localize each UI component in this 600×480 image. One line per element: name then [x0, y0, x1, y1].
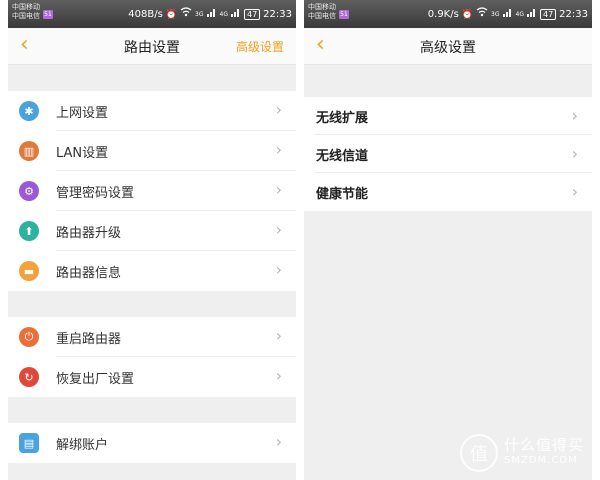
list-item-lan-settings[interactable]: ▥ LAN设置 ›	[8, 131, 296, 171]
watermark-en: SMZDM.COM	[503, 455, 578, 466]
chevron-right-icon: ›	[275, 366, 282, 385]
settings-group-network: ✱ 上网设置 › ▥ LAN设置 › ⚙ 管理密码设置 › ⬆ 路由器升级 › …	[8, 91, 296, 291]
lan-icon: ▥	[19, 141, 39, 161]
list-item-label: 健康节能	[316, 186, 369, 202]
watermark-text: 什么值得买 SMZDM.COM	[504, 438, 584, 468]
carrier-1: 中国移动	[12, 3, 40, 11]
status-indicators: 408B/s ⏰ 3G 4G 47 22:33	[128, 7, 292, 22]
alarm-icon: ⏰	[461, 9, 474, 20]
chevron-right-icon: ›	[571, 106, 578, 125]
gear-icon: ✱	[19, 101, 39, 121]
wifi-icon	[476, 7, 488, 22]
chevron-right-icon: ›	[275, 326, 282, 345]
restart-icon: ⏻	[19, 327, 39, 347]
net-type-1: 3G	[195, 10, 204, 18]
net-type-2: 4G	[219, 10, 228, 18]
list-item-restart-router[interactable]: ⏻ 重启路由器 ›	[8, 317, 296, 357]
watermark-logo-icon: 值	[459, 434, 498, 472]
carrier-1: 中国移动	[308, 3, 336, 11]
upgrade-icon: ⬆	[19, 221, 39, 241]
watermark-cn: 什么值得买	[503, 436, 584, 454]
list-item-factory-reset[interactable]: ↻ 恢复出厂设置 ›	[8, 357, 296, 397]
nav-bar: ‹ 路由设置 高级设置	[8, 28, 296, 65]
chevron-right-icon: ›	[275, 220, 282, 239]
chevron-right-icon: ›	[571, 182, 578, 201]
signal-icon-2	[526, 7, 537, 22]
settings-group-system: ⏻ 重启路由器 › ↻ 恢复出厂设置 ›	[8, 317, 296, 397]
list-item-label: 路由器信息	[56, 265, 122, 281]
battery-level: 47	[539, 9, 557, 20]
watermark: 值 什么值得买 SMZDM.COM	[459, 434, 584, 472]
list-item-internet-settings[interactable]: ✱ 上网设置 ›	[8, 91, 296, 131]
sim-badge: 51	[43, 10, 53, 19]
list-item-label: 上网设置	[56, 105, 109, 121]
settings-group-account: ▤ 解绑账户 ›	[8, 423, 296, 463]
page-title: 高级设置	[420, 40, 476, 56]
network-speed: 0.9K/s	[427, 8, 459, 20]
nav-bar: ‹ 高级设置	[304, 28, 592, 65]
signal-icon-2	[230, 7, 241, 22]
chevron-right-icon: ›	[275, 260, 282, 279]
wifi-icon	[180, 7, 192, 22]
list-item-label: 恢复出厂设置	[56, 371, 135, 387]
chevron-right-icon: ›	[275, 100, 282, 119]
list-item-wireless-channel[interactable]: 无线信道 ›	[304, 135, 592, 173]
reset-icon: ↻	[19, 367, 39, 387]
advanced-settings-screen: 中国移动 中国电信 51 0.9K/s ⏰ 3G 4G 47 22:33 ‹ 高…	[304, 0, 592, 480]
list-item-wireless-extension[interactable]: 无线扩展 ›	[304, 97, 592, 135]
net-type-1: 3G	[491, 10, 500, 18]
carrier-2: 中国电信	[308, 12, 336, 20]
settings-icon: ⚙	[19, 181, 39, 201]
list-item-router-upgrade[interactable]: ⬆ 路由器升级 ›	[8, 211, 296, 251]
list-item-label: 重启路由器	[56, 331, 122, 347]
advanced-settings-list: 无线扩展 › 无线信道 › 健康节能 ›	[304, 97, 592, 211]
status-indicators: 0.9K/s ⏰ 3G 4G 47 22:33	[428, 7, 588, 22]
list-item-unbind-account[interactable]: ▤ 解绑账户 ›	[8, 423, 296, 463]
router-icon: ▬	[19, 261, 39, 281]
clock: 22:33	[263, 8, 292, 20]
battery-level: 47	[243, 9, 261, 20]
list-item-label: 解绑账户	[56, 437, 109, 453]
advanced-settings-button[interactable]: 高级设置	[236, 38, 284, 55]
section-gap	[304, 65, 592, 97]
section-gap	[8, 65, 296, 91]
list-item-label: 无线信道	[316, 148, 369, 164]
list-item-power-saving[interactable]: 健康节能 ›	[304, 173, 592, 211]
status-bar: 中国移动 中国电信 51 408B/s ⏰ 3G 4G 47 22:33	[8, 0, 296, 28]
list-item-label: LAN设置	[56, 145, 109, 161]
alarm-icon: ⏰	[165, 9, 178, 20]
signal-icon	[502, 7, 513, 22]
section-gap	[8, 291, 296, 317]
network-speed: 408B/s	[128, 8, 163, 20]
list-item-router-info[interactable]: ▬ 路由器信息 ›	[8, 251, 296, 291]
status-bar: 中国移动 中国电信 51 0.9K/s ⏰ 3G 4G 47 22:33	[304, 0, 592, 28]
sim-badge: 51	[339, 10, 349, 19]
chevron-right-icon: ›	[275, 140, 282, 159]
clock: 22:33	[559, 8, 588, 20]
carrier-2: 中国电信	[12, 12, 40, 20]
net-type-2: 4G	[515, 10, 524, 18]
list-item-label: 无线扩展	[316, 110, 369, 126]
chevron-right-icon: ›	[571, 144, 578, 163]
router-settings-screen: 中国移动 中国电信 51 408B/s ⏰ 3G 4G 47 22:33 ‹ 路…	[8, 0, 296, 480]
section-gap	[8, 397, 296, 423]
carrier-labels: 中国移动 中国电信	[308, 3, 336, 21]
chevron-right-icon: ›	[275, 432, 282, 451]
list-item-label: 管理密码设置	[56, 185, 135, 201]
unbind-icon: ▤	[19, 433, 39, 453]
list-item-admin-password[interactable]: ⚙ 管理密码设置 ›	[8, 171, 296, 211]
chevron-right-icon: ›	[275, 180, 282, 199]
signal-icon	[206, 7, 217, 22]
carrier-labels: 中国移动 中国电信	[12, 3, 40, 21]
list-item-label: 路由器升级	[56, 225, 122, 241]
